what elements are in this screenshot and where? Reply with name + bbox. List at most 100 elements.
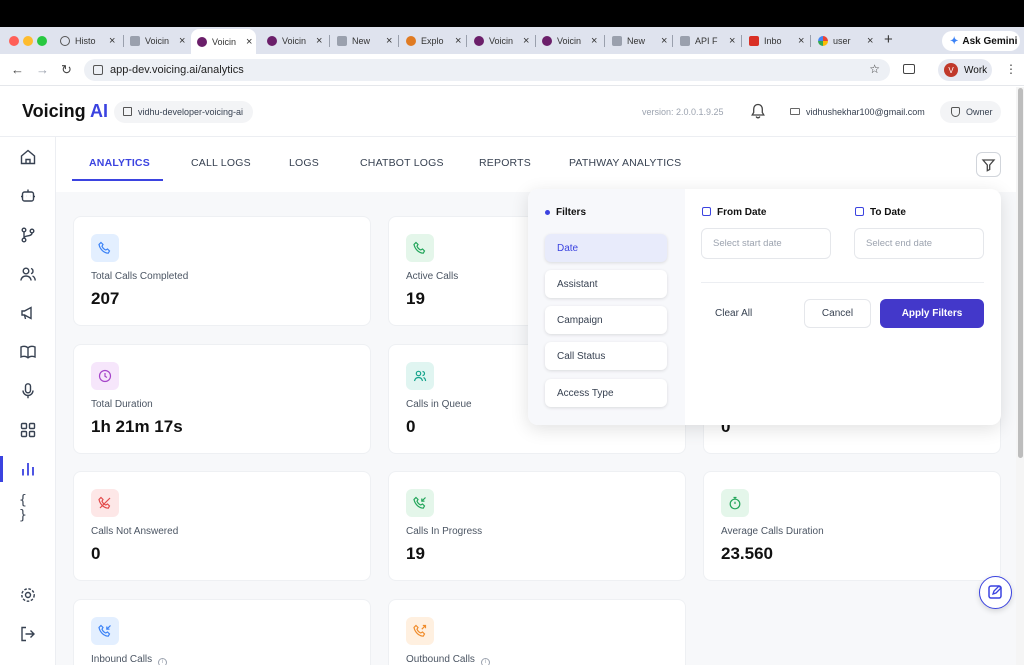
active-tab-underline — [72, 179, 163, 181]
browser-tab[interactable]: Histo × — [54, 30, 115, 52]
back-button[interactable]: ← — [11, 62, 24, 77]
tab-chatbot-logs[interactable]: CHATBOT LOGS — [360, 157, 444, 169]
apply-filters-button[interactable]: Apply Filters — [880, 299, 984, 328]
tab-pathway-analytics[interactable]: PATHWAY ANALYTICS — [569, 157, 681, 169]
close-tab-icon[interactable]: × — [867, 35, 873, 47]
filter-item-campaign[interactable]: Campaign — [545, 306, 667, 334]
home-icon[interactable] — [19, 148, 37, 166]
tab-logs[interactable]: LOGS — [289, 157, 319, 169]
scrollbar-thumb[interactable] — [1018, 88, 1023, 458]
browser-tab[interactable]: Voicin × — [261, 30, 322, 52]
clear-all-button[interactable]: Clear All — [715, 308, 752, 319]
browser-tab[interactable]: Voicin × — [536, 30, 597, 52]
info-icon[interactable]: i — [158, 658, 168, 665]
bot-icon[interactable] — [19, 187, 37, 205]
users-icon[interactable] — [19, 265, 37, 283]
browser-tab[interactable]: New × — [331, 30, 392, 52]
close-tab-icon[interactable]: × — [179, 35, 185, 47]
filter-button[interactable] — [976, 152, 1001, 177]
ask-gemini-button[interactable]: ✦ Ask Gemini — [942, 31, 1020, 51]
tab-analytics[interactable]: ANALYTICS — [89, 157, 150, 169]
explore-icon — [406, 36, 416, 46]
info-icon[interactable]: i — [480, 658, 490, 665]
page-icon — [612, 36, 622, 46]
bookmark-star-icon[interactable]: ☆ — [869, 62, 880, 76]
voicing-icon — [197, 36, 207, 47]
phone-inbound-icon — [91, 617, 119, 645]
forward-button[interactable]: → — [36, 62, 49, 77]
app-version: version: 2.0.0.1.9.25 — [642, 107, 724, 117]
close-tab-icon[interactable]: × — [523, 35, 529, 47]
megaphone-icon[interactable] — [19, 304, 37, 322]
logout-icon[interactable] — [19, 625, 37, 643]
browser-tab[interactable]: New × — [606, 30, 667, 52]
tab-reports[interactable]: REPORTS — [479, 157, 531, 169]
close-tab-icon[interactable]: × — [798, 35, 804, 47]
tab-separator — [604, 35, 605, 47]
stat-card-outbound-calls: Outbound Calls i — [388, 599, 686, 665]
browser-tab[interactable]: Explo × — [400, 30, 461, 52]
to-date-label: To Date — [855, 207, 906, 218]
tab-search-icon[interactable] — [903, 64, 915, 74]
users-queue-icon — [406, 362, 434, 390]
avatar: V — [944, 63, 958, 77]
stat-card-average-calls-duration: Average Calls Duration 23.560 — [703, 471, 1001, 581]
tab-separator — [672, 35, 673, 47]
reload-button[interactable]: ↻ — [61, 62, 72, 78]
sidebar-active-indicator — [0, 456, 3, 482]
browser-tab[interactable]: Voicin × — [468, 30, 529, 52]
analytics-chart-icon[interactable] — [19, 460, 37, 478]
filter-dot-icon — [545, 210, 550, 215]
user-email: vidhushekhar100@gmail.com — [790, 107, 925, 117]
microphone-icon[interactable] — [19, 382, 37, 400]
role-badge[interactable]: Owner — [940, 101, 1001, 123]
app-logo[interactable]: Voicing AI — [22, 101, 108, 122]
book-icon[interactable] — [19, 343, 37, 361]
phone-icon — [406, 234, 434, 262]
system-menu-bar — [0, 0, 1024, 27]
browser-tab[interactable]: user × — [812, 30, 873, 52]
feedback-button[interactable] — [979, 576, 1012, 609]
filter-item-access-type[interactable]: Access Type — [545, 379, 667, 407]
gmail-icon — [749, 36, 759, 46]
browser-tab[interactable]: API F × — [674, 30, 735, 52]
settings-gear-icon[interactable] — [19, 586, 37, 604]
browser-tab-active[interactable]: Voicin × — [191, 29, 256, 54]
close-tab-icon[interactable]: × — [316, 35, 322, 47]
stat-card-calls-in-progress: Calls In Progress 19 — [388, 471, 686, 581]
filter-divider — [701, 282, 984, 283]
close-tab-icon[interactable]: × — [455, 35, 461, 47]
close-tab-icon[interactable]: × — [591, 35, 597, 47]
close-tab-icon[interactable]: × — [729, 35, 735, 47]
notification-bell-icon[interactable] — [751, 103, 765, 119]
profile-button[interactable]: V Work — [938, 59, 992, 81]
maximize-window-button[interactable] — [37, 36, 47, 46]
site-settings-icon[interactable] — [93, 65, 103, 75]
start-date-input[interactable]: Select start date — [701, 228, 831, 259]
code-braces-icon[interactable]: { } — [19, 493, 37, 523]
pathway-branch-icon[interactable] — [19, 226, 37, 244]
cancel-button[interactable]: Cancel — [804, 299, 871, 328]
browser-tab[interactable]: Inbo × — [743, 30, 804, 52]
filter-item-date[interactable]: Date — [545, 234, 667, 262]
new-tab-button[interactable]: + — [884, 31, 893, 48]
close-tab-icon[interactable]: × — [109, 35, 115, 47]
tab-separator — [741, 35, 742, 47]
close-tab-icon[interactable]: × — [246, 36, 252, 48]
tab-call-logs[interactable]: CALL LOGS — [191, 157, 251, 169]
org-selector[interactable]: vidhu-developer-voicing-ai — [114, 101, 254, 123]
close-window-button[interactable] — [9, 36, 19, 46]
url-bar[interactable]: app-dev.voicing.ai/analytics ☆ — [84, 59, 890, 81]
history-icon — [60, 36, 70, 46]
minimize-window-button[interactable] — [23, 36, 33, 46]
mail-icon — [790, 108, 800, 115]
close-tab-icon[interactable]: × — [661, 35, 667, 47]
browser-tab[interactable]: Voicin × — [124, 30, 185, 52]
apps-grid-icon[interactable] — [19, 421, 37, 439]
close-tab-icon[interactable]: × — [386, 35, 392, 47]
filter-item-call-status[interactable]: Call Status — [545, 342, 667, 370]
from-date-label: From Date — [702, 207, 766, 218]
browser-menu-icon[interactable]: ⋮ — [1005, 62, 1017, 76]
end-date-input[interactable]: Select end date — [854, 228, 984, 259]
filter-item-assistant[interactable]: Assistant — [545, 270, 667, 298]
